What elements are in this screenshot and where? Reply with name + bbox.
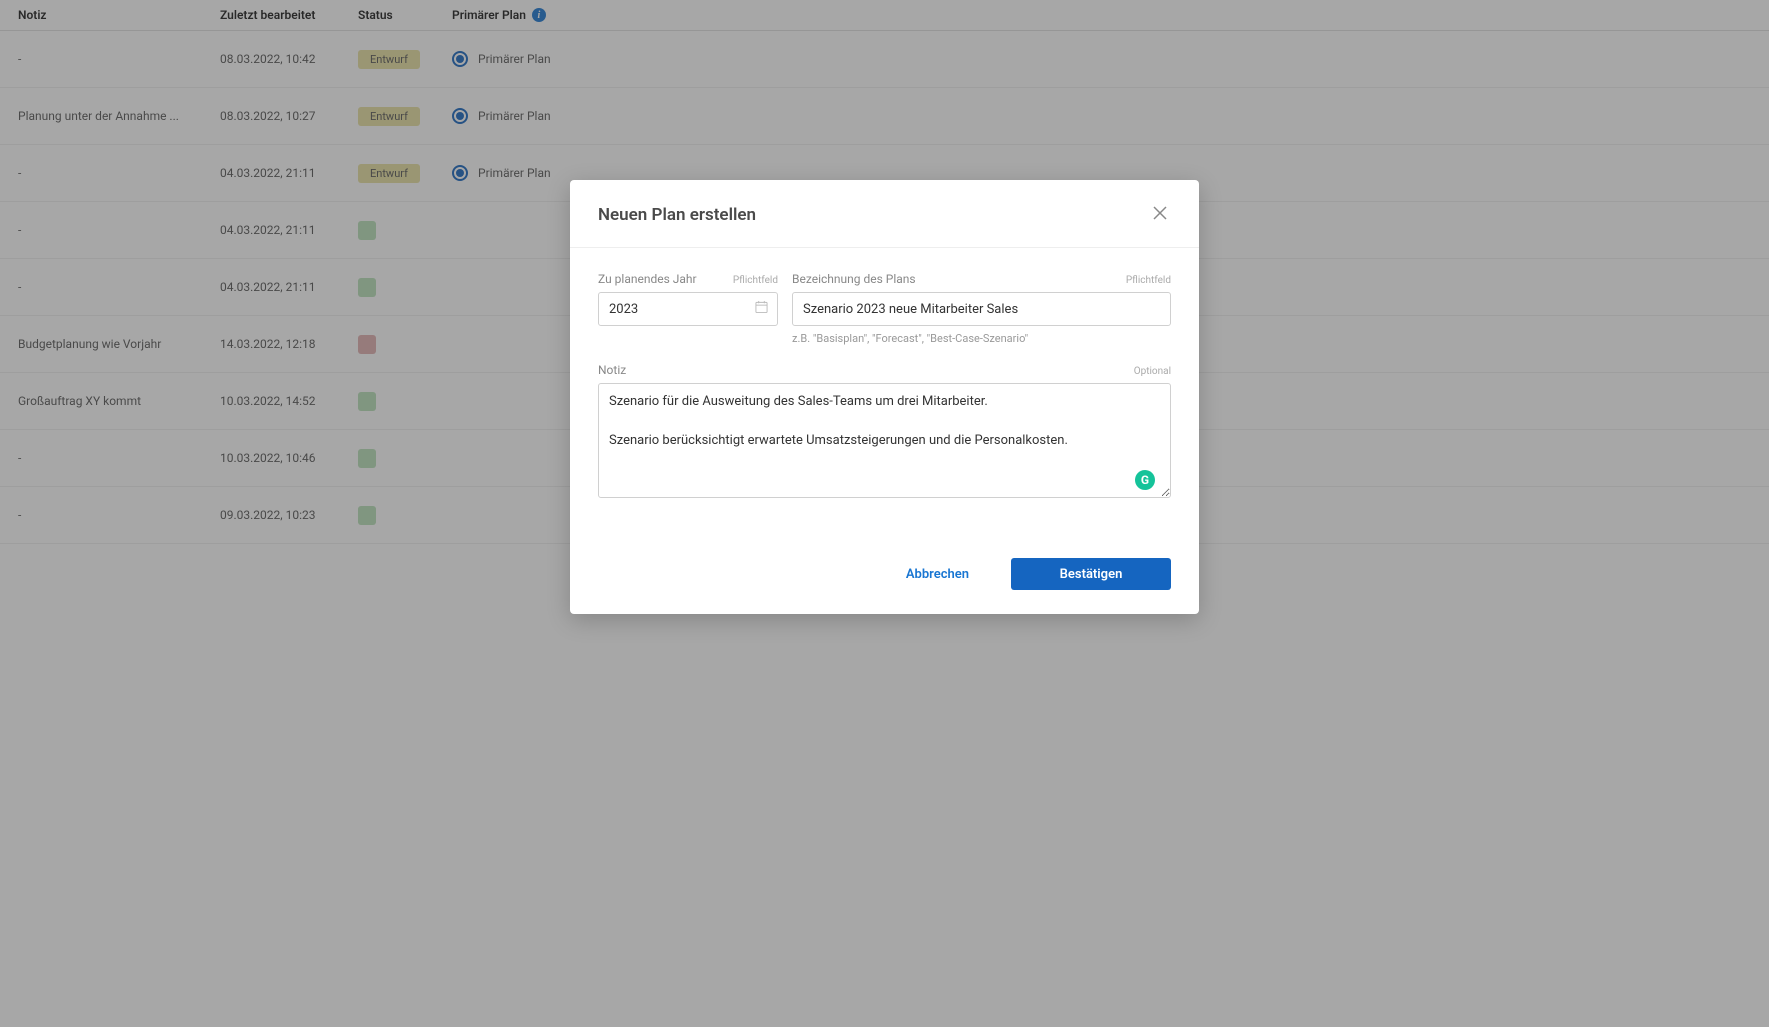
modal-overlay: Neuen Plan erstellen Zu planendes Jahr P…: [0, 0, 1769, 1027]
grammar-check-icon[interactable]: G: [1135, 470, 1155, 490]
notiz-label: Notiz: [598, 363, 626, 377]
year-field: Zu planendes Jahr Pflichtfeld: [598, 272, 778, 345]
name-input[interactable]: [792, 292, 1171, 326]
modal-body: Zu planendes Jahr Pflichtfeld Bezeichnun…: [570, 248, 1199, 538]
name-help: z.B. "Basisplan", "Forecast", "Best-Case…: [792, 332, 1171, 345]
name-label: Bezeichnung des Plans: [792, 272, 916, 286]
cancel-button[interactable]: Abbrechen: [876, 558, 999, 590]
modal-title: Neuen Plan erstellen: [598, 205, 756, 225]
year-label: Zu planendes Jahr: [598, 272, 697, 286]
create-plan-modal: Neuen Plan erstellen Zu planendes Jahr P…: [570, 180, 1199, 614]
modal-header: Neuen Plan erstellen: [570, 180, 1199, 248]
confirm-button[interactable]: Bestätigen: [1011, 558, 1171, 590]
name-field: Bezeichnung des Plans Pflichtfeld z.B. "…: [792, 272, 1171, 345]
modal-footer: Abbrechen Bestätigen: [570, 538, 1199, 614]
year-input[interactable]: [598, 292, 778, 326]
name-hint: Pflichtfeld: [1126, 275, 1171, 286]
close-icon[interactable]: [1149, 202, 1171, 227]
year-hint: Pflichtfeld: [733, 275, 778, 286]
notiz-field: Notiz Optional G: [598, 363, 1171, 502]
notiz-hint: Optional: [1134, 366, 1171, 377]
notiz-textarea[interactable]: [598, 383, 1171, 498]
